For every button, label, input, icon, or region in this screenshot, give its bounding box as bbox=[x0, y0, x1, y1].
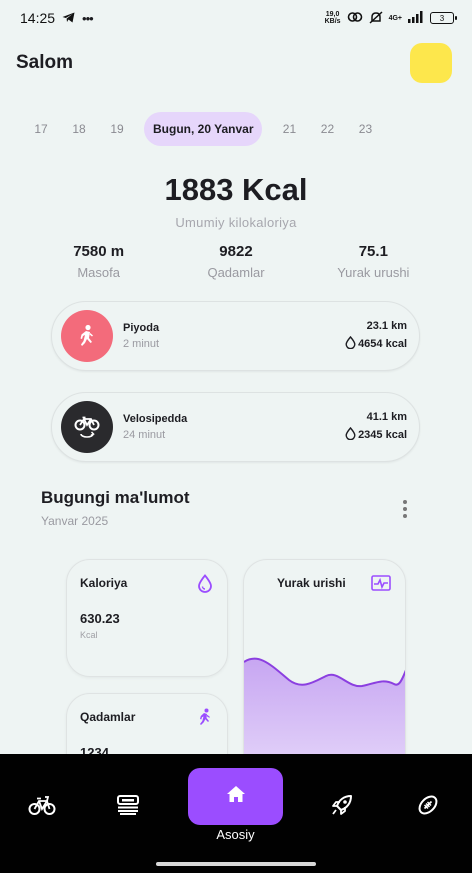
nav-bicycle-icon[interactable] bbox=[24, 790, 60, 820]
stat-distance: 7580 m Masofa bbox=[30, 243, 167, 280]
drop-icon bbox=[345, 335, 356, 352]
card-unit: Kcal bbox=[80, 630, 98, 640]
nav-home-label: Asosiy bbox=[216, 827, 255, 842]
date-item-selected[interactable]: Bugun, 20 Yanvar bbox=[144, 112, 263, 146]
card-title: Kaloriya bbox=[80, 576, 128, 590]
section-title: Bugungi ma'lumot bbox=[41, 488, 190, 507]
telegram-icon bbox=[62, 10, 75, 26]
stat-value: 75.1 bbox=[358, 243, 388, 260]
signal-icon bbox=[408, 11, 424, 25]
nav-football-icon[interactable] bbox=[410, 790, 446, 820]
nav-home-button[interactable] bbox=[188, 768, 283, 825]
date-item[interactable]: 21 bbox=[270, 122, 308, 136]
card-title: Yurak urishi bbox=[277, 576, 346, 590]
link-icon bbox=[347, 11, 363, 25]
section-subtitle: Yanvar 2025 bbox=[41, 514, 109, 528]
activity-name: Velosipedda bbox=[123, 413, 188, 425]
walking-icon bbox=[61, 310, 113, 362]
date-item[interactable]: 22 bbox=[308, 122, 346, 136]
stats-row: 7580 m Masofa 9822 Qadamlar 75.1 Yurak u… bbox=[30, 243, 442, 280]
stat-label: Yurak urushi bbox=[337, 265, 410, 280]
activity-duration: 24 minut bbox=[123, 429, 166, 441]
activity-distance: 41.1 km bbox=[366, 411, 407, 423]
avatar[interactable] bbox=[410, 43, 452, 83]
activity-kcal: 2345 kcal bbox=[358, 429, 407, 441]
nav-rocket-icon[interactable] bbox=[324, 790, 360, 820]
more-options-icon[interactable] bbox=[398, 498, 412, 520]
activity-kcal: 4654 kcal bbox=[358, 338, 407, 350]
date-item[interactable]: 19 bbox=[98, 122, 136, 136]
nav-treadmill-icon[interactable] bbox=[110, 790, 146, 820]
stat-label: Qadamlar bbox=[207, 265, 265, 280]
heart-rate-icon bbox=[371, 575, 391, 596]
network-speed-value: 19,0 bbox=[325, 11, 340, 18]
total-kcal: 1883 Kcal bbox=[164, 172, 308, 207]
date-selector: 17 18 19 Bugun, 20 Yanvar 21 22 23 bbox=[22, 112, 384, 146]
battery-level: 3 bbox=[439, 13, 445, 23]
stat-value: 9822 bbox=[219, 243, 253, 260]
mute-icon bbox=[369, 10, 383, 26]
status-time: 14:25 bbox=[20, 10, 56, 26]
battery-icon: 3 bbox=[430, 12, 457, 24]
status-bar: 14:25 ••• 19,0 KB/s 4G+ 3 bbox=[0, 0, 472, 36]
card-title: Qadamlar bbox=[80, 710, 136, 724]
running-icon bbox=[197, 708, 213, 731]
activity-card-walking[interactable]: Piyoda 2 minut 23.1 km 4654 kcal bbox=[51, 301, 420, 371]
date-item[interactable]: 18 bbox=[60, 122, 98, 136]
drop-icon bbox=[197, 574, 213, 598]
date-item[interactable]: 23 bbox=[346, 122, 384, 136]
total-kcal-label: Umumiy kilokaloriya bbox=[175, 215, 297, 230]
activity-name: Piyoda bbox=[123, 322, 160, 334]
app-header: Salom bbox=[16, 42, 452, 84]
stat-steps: 9822 Qadamlar bbox=[167, 243, 304, 280]
network-speed-unit: KB/s bbox=[324, 18, 341, 25]
network-type: 4G+ bbox=[388, 14, 402, 22]
gesture-handle bbox=[156, 862, 316, 866]
activity-card-cycling[interactable]: Velosipedda 24 minut 41.1 km 2345 kcal bbox=[51, 392, 420, 462]
calories-card[interactable]: Kaloriya 630.23 Kcal bbox=[66, 559, 228, 677]
activity-duration: 2 minut bbox=[123, 338, 160, 350]
stat-label: Masofa bbox=[77, 265, 120, 280]
drop-icon bbox=[345, 426, 356, 443]
home-icon bbox=[226, 785, 246, 808]
activity-distance: 23.1 km bbox=[366, 320, 407, 332]
network-speed: 19,0 KB/s bbox=[325, 11, 341, 25]
page-title: Salom bbox=[16, 52, 74, 73]
date-item[interactable]: 17 bbox=[22, 122, 60, 136]
stat-value: 7580 m bbox=[73, 243, 125, 260]
bicycle-icon bbox=[61, 401, 113, 453]
card-value: 630.23 bbox=[80, 611, 120, 626]
stat-heart-rate: 75.1 Yurak urushi bbox=[305, 243, 442, 280]
more-notifications-icon: ••• bbox=[82, 10, 94, 26]
bottom-nav: Asosiy bbox=[0, 754, 472, 873]
